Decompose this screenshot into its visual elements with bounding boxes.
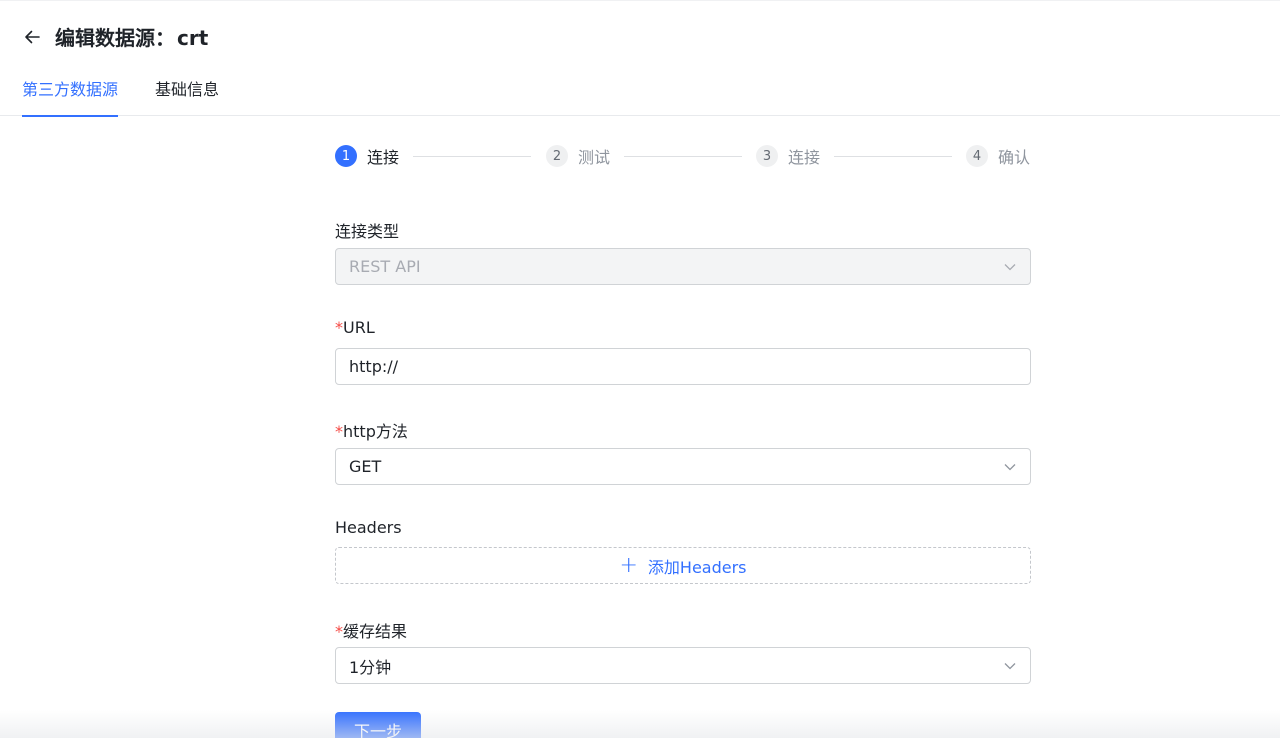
- cache-select[interactable]: 1分钟: [335, 647, 1031, 684]
- tab-third-party-datasource[interactable]: 第三方数据源: [22, 79, 119, 117]
- step-1: 1 连接: [335, 145, 399, 167]
- step-label: 确认: [998, 148, 1031, 167]
- step-connector: [624, 156, 742, 157]
- step-number: 2: [546, 145, 568, 167]
- tab-basic-info[interactable]: 基础信息: [155, 79, 219, 117]
- page-header: 编辑数据源： crt 第三方数据源 基础信息: [0, 0, 1280, 117]
- connection-type-value: REST API: [349, 257, 421, 276]
- step-label: 连接: [788, 148, 821, 167]
- required-mark: *: [335, 422, 343, 441]
- page-title: 编辑数据源： crt: [55, 22, 208, 51]
- chevron-down-icon: [1004, 464, 1016, 471]
- required-mark: *: [335, 622, 343, 641]
- tab-bar: 第三方数据源 基础信息: [22, 79, 256, 117]
- step-connector: [413, 156, 531, 157]
- add-headers-button[interactable]: + 添加Headers: [335, 547, 1031, 584]
- step-connector: [834, 156, 952, 157]
- chevron-down-icon: [1004, 264, 1016, 271]
- plus-icon: +: [619, 552, 638, 578]
- chevron-down-icon: [1004, 663, 1016, 670]
- step-number: 1: [335, 145, 357, 167]
- http-method-select[interactable]: GET: [335, 448, 1031, 485]
- next-step-button[interactable]: 下一步: [335, 712, 421, 738]
- step-2: 2 测试: [546, 145, 610, 167]
- url-label-text: URL: [343, 318, 375, 337]
- datasource-name: crt: [177, 26, 209, 50]
- cache-label: *缓存结果: [335, 618, 407, 642]
- cache-value: 1分钟: [349, 657, 392, 677]
- step-label: 连接: [367, 148, 400, 167]
- arrow-left-icon: [25, 30, 40, 44]
- add-headers-label: 添加Headers: [647, 557, 747, 577]
- step-number: 3: [756, 145, 778, 167]
- headers-label: Headers: [335, 518, 402, 537]
- step-4: 4 确认: [966, 145, 1030, 167]
- url-value: http://: [349, 357, 399, 376]
- required-mark: *: [335, 318, 343, 337]
- url-input[interactable]: http://: [335, 348, 1031, 385]
- stepper: 1 连接 2 测试 3 连接 4 确认: [335, 145, 1031, 167]
- http-method-label-text: http方法: [343, 422, 408, 441]
- bottom-fade: [0, 710, 1280, 738]
- step-3: 3 连接: [756, 145, 820, 167]
- connection-type-label: 连接类型: [335, 222, 400, 241]
- cache-label-text: 缓存结果: [343, 622, 408, 641]
- step-number: 4: [966, 145, 988, 167]
- url-label: *URL: [335, 318, 375, 337]
- back-button[interactable]: [20, 25, 44, 49]
- http-method-value: GET: [349, 457, 382, 476]
- http-method-label: *http方法: [335, 418, 408, 442]
- title-prefix: 编辑数据源：: [55, 26, 175, 50]
- connection-type-select[interactable]: REST API: [335, 248, 1031, 285]
- step-label: 测试: [578, 148, 611, 167]
